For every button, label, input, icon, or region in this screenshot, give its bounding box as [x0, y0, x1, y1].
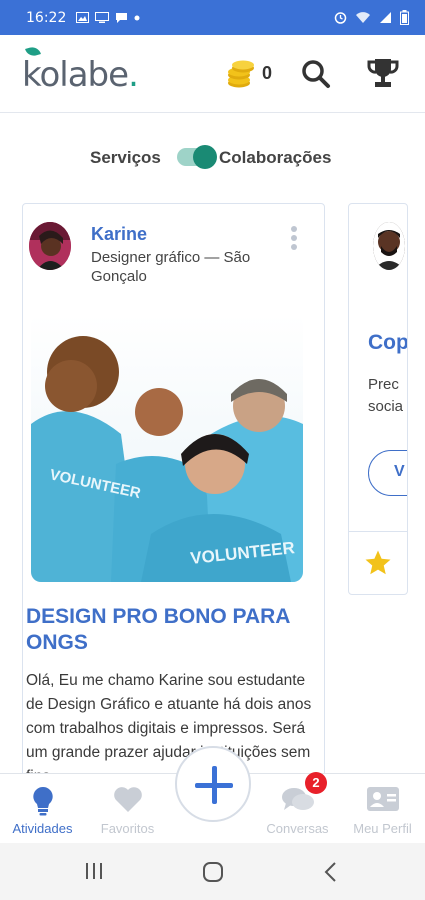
coin-count: 0	[262, 63, 273, 83]
logo-dot: .	[128, 55, 139, 95]
card-description: Olá, Eu me chamo Karine sou estudante de…	[26, 672, 312, 785]
unread-badge: 2	[305, 772, 327, 794]
profile-card-icon	[366, 787, 399, 811]
bottom-navigation: Atividades Favoritos 2 Conversas Meu Per…	[0, 746, 425, 844]
card-title[interactable]: DESIGN PRO BONO PARA ONGS	[26, 604, 318, 656]
user-name[interactable]: Karine	[91, 224, 147, 245]
card-description-line: socia	[368, 398, 404, 415]
kolabe-logo[interactable]: kolabe.	[22, 45, 139, 95]
status-time: 16:22	[26, 9, 67, 26]
mode-toggle-row: Serviços Colaborações	[0, 145, 425, 171]
battery-icon	[400, 10, 409, 25]
toggle-label-servicos[interactable]: Serviços	[90, 148, 161, 168]
mode-toggle-switch[interactable]	[177, 145, 217, 169]
status-bar: 16:22	[0, 0, 425, 35]
alarm-icon	[334, 12, 347, 24]
trophy-icon[interactable]	[366, 57, 400, 89]
coins-icon[interactable]	[226, 59, 260, 89]
create-button[interactable]	[175, 746, 251, 822]
star-icon[interactable]	[363, 548, 393, 578]
card-title[interactable]: Cop	[368, 331, 407, 355]
nav-atividades[interactable]: Atividades	[0, 774, 85, 844]
nav-meu-perfil[interactable]: Meu Perfil	[340, 774, 425, 844]
lightbulb-icon	[32, 786, 53, 816]
nav-label: Meu Perfil	[353, 821, 412, 836]
wifi-icon	[356, 12, 370, 23]
app-header: kolabe. 0	[0, 35, 425, 113]
back-icon[interactable]	[323, 861, 339, 883]
toggle-label-colaboracoes[interactable]: Colaborações	[219, 148, 331, 168]
avatar[interactable]	[373, 222, 405, 270]
message-notification-icon	[116, 12, 128, 23]
more-options-icon[interactable]	[289, 226, 299, 252]
more-notifications-dot-icon	[134, 15, 140, 20]
toggle-knob	[193, 145, 217, 169]
signal-icon	[380, 12, 391, 23]
nav-favoritos[interactable]: Favoritos	[85, 774, 170, 844]
recent-apps-icon[interactable]	[84, 861, 104, 881]
system-navigation-bar	[0, 843, 425, 900]
heart-icon	[113, 787, 142, 812]
card-divider	[349, 531, 407, 532]
activity-card[interactable]: Karine Designer gráfico — São Gonçalo VO…	[22, 203, 325, 803]
nav-label: Conversas	[266, 821, 329, 836]
nav-label: Favoritos	[100, 821, 155, 836]
logo-text: kolabe	[22, 55, 129, 95]
gallery-notification-icon	[76, 12, 90, 23]
nav-label: Atividades	[12, 821, 73, 836]
view-button[interactable]: V	[368, 450, 407, 496]
search-icon[interactable]	[301, 59, 331, 89]
avatar[interactable]	[29, 222, 71, 270]
screen-notification-icon	[95, 12, 110, 23]
card-description-line: Prec	[368, 376, 399, 393]
card-description: Prec socia	[368, 374, 403, 418]
card-photo: VOLUNTEER VOLUNTEER	[31, 314, 303, 582]
home-icon[interactable]	[202, 861, 224, 883]
user-role: Designer gráfico — São Gonçalo	[91, 249, 251, 285]
nav-conversas[interactable]: 2 Conversas	[255, 772, 340, 844]
activity-card-next[interactable]: Cop Prec socia V	[348, 203, 408, 595]
